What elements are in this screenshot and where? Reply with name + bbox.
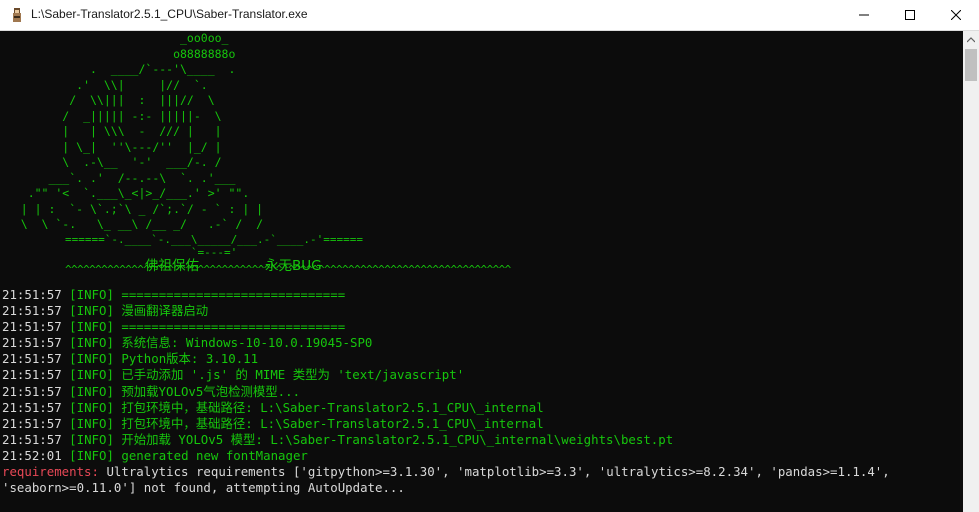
chevron-up-icon <box>967 36 975 42</box>
window-title: L:\Saber-Translator2.5.1_CPU\Saber-Trans… <box>31 7 308 21</box>
app-icon <box>13 8 21 22</box>
scrollbar-thumb[interactable] <box>965 49 977 81</box>
log-time: 21:51:57 <box>2 367 62 383</box>
blessing-text-1: 佛祖保佑 <box>145 258 199 274</box>
log-level: [INFO] <box>69 415 114 431</box>
minimize-button[interactable] <box>841 0 887 30</box>
requirements-text: Ultralytics requirements ['gitpython>=3.… <box>98 464 890 480</box>
log-level: [INFO] <box>69 303 114 319</box>
log-line: 21:51:57 [INFO] 打包环境中，基础路径: L:\Saber-Tra… <box>2 400 890 416</box>
console-window: L:\Saber-Translator2.5.1_CPU\Saber-Trans… <box>0 0 979 512</box>
log-message: 打包环境中，基础路径: L:\Saber-Translator2.5.1_CPU… <box>121 415 544 431</box>
log-message: 开始加载 YOLOv5 模型: L:\Saber-Translator2.5.1… <box>121 431 674 447</box>
console-output[interactable]: _oo0oo_ o8888888o . ____/`---'\____ . .'… <box>0 31 963 512</box>
close-icon <box>951 10 961 20</box>
log-time: 21:51:57 <box>2 431 62 447</box>
requirements-label: requirements: <box>2 464 99 480</box>
log-line: 21:51:57 [INFO] ========================… <box>2 287 890 303</box>
log-line: 21:51:57 [INFO] 漫画翻译器启动 <box>2 303 890 319</box>
log-level: [INFO] <box>69 287 114 302</box>
log-time: 21:51:57 <box>2 335 62 351</box>
log-line: 21:51:57 [INFO] Python版本: 3.10.11 <box>2 351 890 367</box>
requirements-continuation: 'seaborn>=0.11.0'] not found, attempting… <box>2 480 405 496</box>
log-level: [INFO] <box>69 367 114 383</box>
log-message: generated new fontManager <box>121 447 308 463</box>
buddha-ascii-art: _oo0oo_ o8888888o . ____/`---'\____ . .'… <box>20 31 264 231</box>
log-level: [INFO] <box>69 335 114 351</box>
log-level: [INFO] <box>69 399 114 415</box>
log-level: [INFO] <box>69 383 114 399</box>
log-message: 漫画翻译器启动 <box>121 303 209 319</box>
log-line: 21:51:57 [INFO] 开始加载 YOLOv5 模型: L:\Saber… <box>2 432 890 448</box>
log-time: 21:51:57 <box>2 415 62 431</box>
requirements-line: requirements: Ultralytics requirements [… <box>2 464 890 480</box>
log-output: 21:51:57 [INFO] ========================… <box>2 287 890 496</box>
log-level: [INFO] <box>69 319 114 335</box>
log-message: ============================== <box>121 287 346 302</box>
log-time: 21:51:57 <box>2 319 62 335</box>
log-level: [INFO] <box>69 447 114 463</box>
close-button[interactable] <box>933 0 979 30</box>
log-time: 21:51:57 <box>2 383 62 399</box>
log-line: 21:51:57 [INFO] ========================… <box>2 319 890 335</box>
log-message: 打包环境中，基础路径: L:\Saber-Translator2.5.1_CPU… <box>121 399 544 415</box>
log-message: 预加载YOLOv5气泡检测模型... <box>121 383 301 399</box>
vertical-scrollbar[interactable] <box>963 31 979 512</box>
log-line: 21:51:57 [INFO] 系统信息: Windows-10-10.0.19… <box>2 335 890 351</box>
requirements-continuation-line: 'seaborn>=0.11.0'] not found, attempting… <box>2 480 890 496</box>
log-time: 21:51:57 <box>2 351 62 367</box>
log-line: 21:51:57 [INFO] 已手动添加 '.js' 的 MIME 类型为 '… <box>2 367 890 383</box>
log-level: [INFO] <box>69 351 114 367</box>
log-time: 21:51:57 <box>2 399 62 415</box>
title-bar[interactable]: L:\Saber-Translator2.5.1_CPU\Saber-Trans… <box>0 0 979 31</box>
log-time: 21:51:57 <box>2 303 62 319</box>
log-level: [INFO] <box>69 431 114 447</box>
maximize-icon <box>905 10 915 20</box>
log-message: Python版本: 3.10.11 <box>121 351 259 367</box>
log-message: ============================== <box>121 319 346 335</box>
log-line: 21:51:57 [INFO] 打包环境中，基础路径: L:\Saber-Tra… <box>2 416 890 432</box>
minimize-icon <box>859 14 869 16</box>
log-line: 21:52:01 [INFO] generated new fontManage… <box>2 448 890 464</box>
log-time: 21:52:01 <box>2 447 62 463</box>
scroll-up-button[interactable] <box>963 31 979 48</box>
log-message: 系统信息: Windows-10-10.0.19045-SP0 <box>121 335 373 351</box>
log-line: 21:51:57 [INFO] 预加载YOLOv5气泡检测模型... <box>2 384 890 400</box>
maximize-button[interactable] <box>887 0 933 30</box>
ascii-base-line: ======`-.____`-.___\_____/___.-`____.-'=… <box>65 233 364 246</box>
log-message: 已手动添加 '.js' 的 MIME 类型为 'text/javascript' <box>121 367 465 383</box>
log-time: 21:51:57 <box>2 287 62 302</box>
blessing-text-2: 永无BUG <box>265 258 322 274</box>
